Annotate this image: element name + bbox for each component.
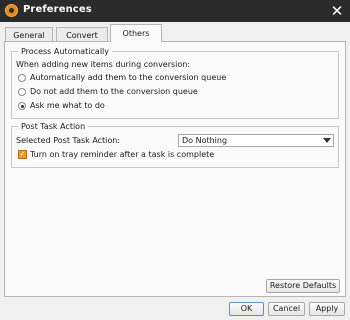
post-task-action-legend: Post Task Action xyxy=(21,122,86,131)
radio-ask-me[interactable] xyxy=(18,102,26,110)
radio-do-not-add-label[interactable]: Do not add them to the conversion queue xyxy=(30,87,198,96)
tray-reminder-label[interactable]: Turn on tray reminder after a task is co… xyxy=(30,150,214,159)
post-task-action-value: Do Nothing xyxy=(182,136,228,145)
app-logo-icon xyxy=(5,4,18,17)
window-title: Preferences xyxy=(23,4,92,15)
others-panel: Process Automatically When adding new it… xyxy=(4,41,346,297)
process-automatically-legend: Process Automatically xyxy=(21,47,109,56)
close-icon[interactable]: ✕ xyxy=(329,1,345,21)
cancel-button[interactable]: Cancel xyxy=(268,302,305,316)
radio-auto-add-label[interactable]: Automatically add them to the conversion… xyxy=(30,73,226,82)
conversion-prompt: When adding new items during conversion: xyxy=(16,60,191,69)
tab-general[interactable]: General xyxy=(5,27,53,42)
restore-defaults-button[interactable]: Restore Defaults xyxy=(266,279,340,293)
radio-ask-me-label[interactable]: Ask me what to do xyxy=(30,101,105,110)
radio-auto-add[interactable] xyxy=(18,74,26,82)
title-bar: Preferences ✕ xyxy=(0,0,350,22)
apply-button[interactable]: Apply xyxy=(309,302,345,316)
post-task-action-label: Selected Post Task Action: xyxy=(16,136,121,145)
ok-button[interactable]: OK xyxy=(229,302,264,316)
tab-convert[interactable]: Convert xyxy=(56,27,108,42)
tray-reminder-checkbox[interactable]: ✓ xyxy=(18,150,27,159)
post-task-action-select[interactable]: Do Nothing xyxy=(178,134,334,147)
radio-do-not-add[interactable] xyxy=(18,88,26,96)
chevron-down-icon[interactable] xyxy=(323,138,331,143)
tab-others[interactable]: Others xyxy=(110,24,162,42)
